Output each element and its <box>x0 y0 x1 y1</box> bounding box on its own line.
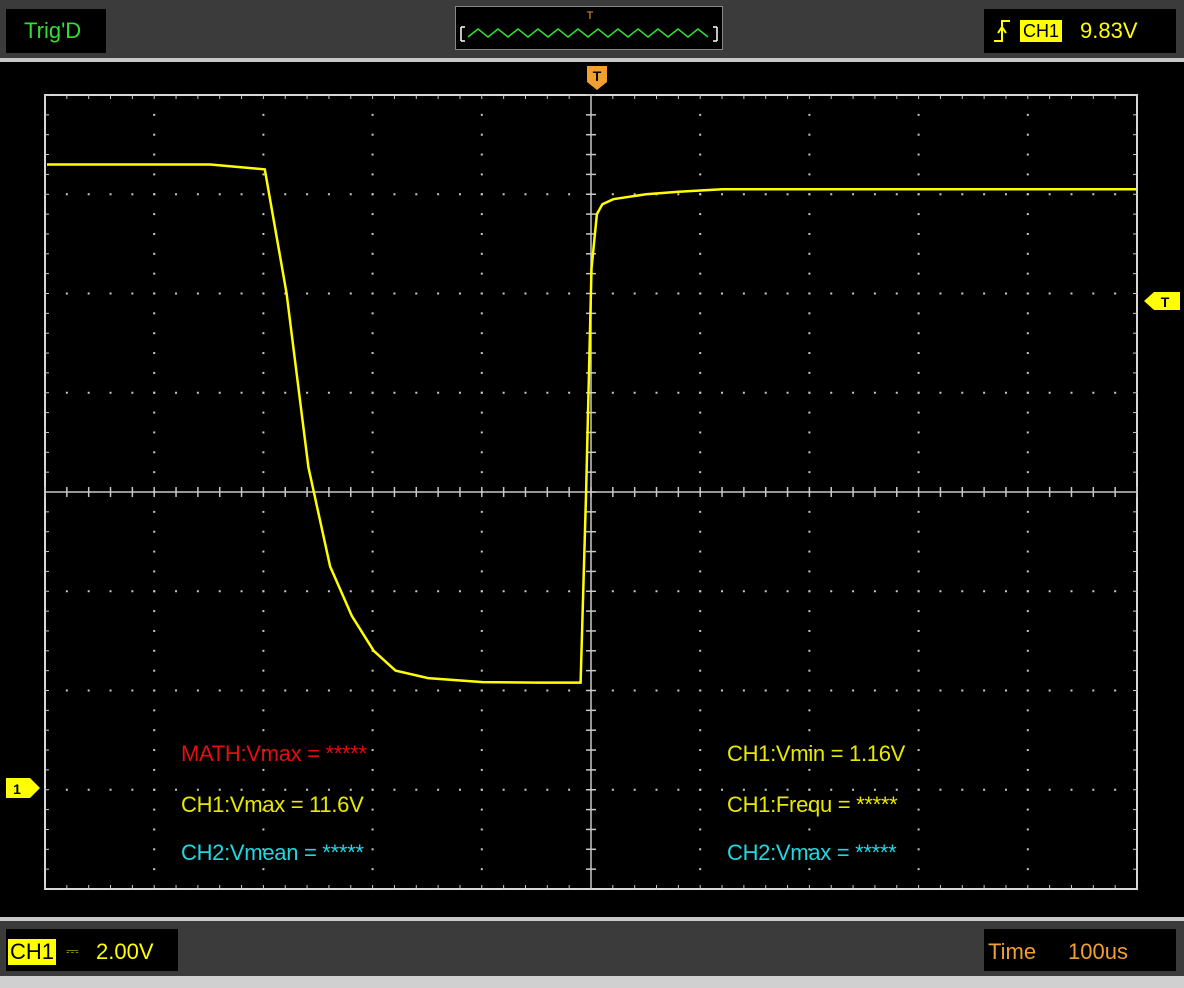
trigger-source-badge: CH1 <box>1020 20 1063 42</box>
ch2-vmax-measurement: CH2:Vmax = ***** <box>727 840 897 865</box>
status-bar: Trig'D T CH1 9.83V <box>0 0 1184 58</box>
trigger-level-marker-label: T <box>1161 294 1170 310</box>
waveform-display: T T 1 <box>6 66 1180 890</box>
scope-screen: T T 1 MATH:Vmax = ***** CH1:Vmax = 11.6V… <box>0 62 1184 917</box>
ch1-scale-panel[interactable]: CH1 ⎓ 2.00V <box>6 929 178 971</box>
memory-timeline[interactable]: T <box>455 6 723 50</box>
rising-edge-icon <box>994 20 1010 42</box>
dc-coupling-icon: ⎓ <box>66 943 79 960</box>
ch1-ground-marker-label: 1 <box>13 781 21 797</box>
trigger-status-label: Trig'D <box>24 18 82 43</box>
time-label: Time <box>988 939 1037 964</box>
time-per-div: 100us <box>1068 939 1128 964</box>
trigger-position-marker[interactable]: T <box>587 66 607 90</box>
trigger-level-marker[interactable]: T <box>1144 292 1180 310</box>
graticule-grid <box>44 94 1138 889</box>
ch1-badge: CH1 <box>8 939 57 965</box>
trigger-info[interactable]: CH1 9.83V <box>984 9 1176 53</box>
ch1-ground-marker[interactable]: 1 <box>6 778 40 798</box>
timebase-panel[interactable]: Time 100us <box>984 929 1176 971</box>
trigger-position-label: T <box>593 68 602 84</box>
ch1-vmin-measurement: CH1:Vmin = 1.16V <box>727 741 906 766</box>
math-vmax-measurement: MATH:Vmax = ***** <box>181 741 367 766</box>
ch1-volts-per-div: 2.00V <box>96 939 154 964</box>
timeline-waveform-icon: T <box>460 10 718 42</box>
ch2-vmean-measurement: CH2:Vmean = ***** <box>181 840 364 865</box>
ch1-vmax-measurement: CH1:Vmax = 11.6V <box>181 792 364 817</box>
bottom-edge <box>0 976 1184 988</box>
ch1-frequ-measurement: CH1:Frequ = ***** <box>727 792 898 817</box>
trigger-level-value: 9.83V <box>1080 18 1138 43</box>
trigger-status: Trig'D <box>6 9 106 53</box>
timeline-trigger-marker: T <box>587 10 594 22</box>
